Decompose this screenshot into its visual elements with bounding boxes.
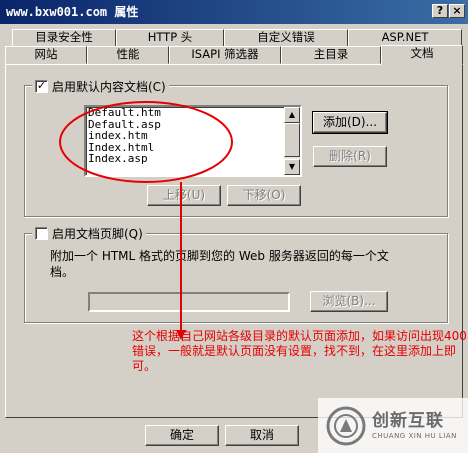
default-document-label: 启用默认内容文档(C): [52, 80, 166, 94]
move-up-button[interactable]: 上移(U): [147, 185, 221, 206]
properties-dialog: www.bxw001.com 属性 ? × 目录安全性 HTTP 头 自定义错误…: [0, 0, 468, 453]
watermark-en: CHUANG XIN HU LIAN: [372, 431, 457, 440]
list-scrollbar[interactable]: ▲ ▼: [284, 107, 300, 175]
list-item[interactable]: index.htm: [86, 130, 300, 142]
list-item[interactable]: Index.asp: [86, 153, 300, 165]
watermark: 创新互联 CHUANG XIN HU LIAN: [318, 398, 468, 453]
annotation-note: 这个根据自己网站各级目录的默认页面添加，如果访问出现400错误，一般就是默认页面…: [132, 329, 467, 373]
tab-website[interactable]: 网站: [5, 46, 87, 64]
close-button[interactable]: ×: [449, 4, 465, 18]
document-footer-checkbox[interactable]: [35, 227, 48, 240]
window-title: www.bxw001.com 属性: [6, 5, 139, 19]
watermark-text: 创新互联 CHUANG XIN HU LIAN: [372, 411, 457, 441]
footer-description: 附加一个 HTML 格式的页脚到您的 Web 服务器返回的每一个文档。: [50, 249, 389, 279]
tab-http-headers[interactable]: HTTP 头: [116, 29, 224, 47]
scroll-down-icon[interactable]: ▼: [284, 159, 300, 175]
ok-button[interactable]: 确定: [145, 425, 219, 446]
document-footer-label: 启用文档页脚(Q): [52, 227, 143, 241]
help-button[interactable]: ?: [432, 4, 448, 18]
tab-home-directory[interactable]: 主目录: [281, 46, 381, 64]
footer-path-input[interactable]: [88, 292, 290, 312]
default-documents-list[interactable]: Default.htm Default.asp index.htm Index.…: [84, 105, 302, 177]
tab-performance[interactable]: 性能: [87, 46, 169, 64]
scroll-thumb[interactable]: [284, 123, 300, 157]
browse-button[interactable]: 浏览(B)...: [310, 291, 388, 312]
brand-logo-icon: [326, 406, 366, 445]
list-item[interactable]: Default.htm: [86, 107, 300, 119]
tab-isapi-filters[interactable]: ISAPI 筛选器: [169, 46, 281, 64]
tab-custom-errors[interactable]: 自定义错误: [224, 29, 348, 47]
default-document-checkbox[interactable]: ✓: [35, 80, 48, 93]
tab-directory-security[interactable]: 目录安全性: [12, 29, 116, 47]
tab-documents[interactable]: 文档: [381, 45, 463, 65]
default-document-checkbox-row[interactable]: ✓ 启用默认内容文档(C): [32, 78, 169, 95]
title-bar[interactable]: www.bxw001.com 属性 ? ×: [0, 0, 468, 24]
watermark-cn: 创新互联: [372, 410, 444, 431]
document-footer-checkbox-row[interactable]: 启用文档页脚(Q): [32, 225, 146, 242]
add-document-button[interactable]: 添加(D)...: [312, 111, 388, 134]
cancel-button[interactable]: 取消: [225, 425, 299, 446]
move-down-button[interactable]: 下移(O): [227, 185, 301, 206]
remove-document-button[interactable]: 删除(R): [313, 146, 387, 167]
scroll-up-icon[interactable]: ▲: [284, 107, 300, 123]
